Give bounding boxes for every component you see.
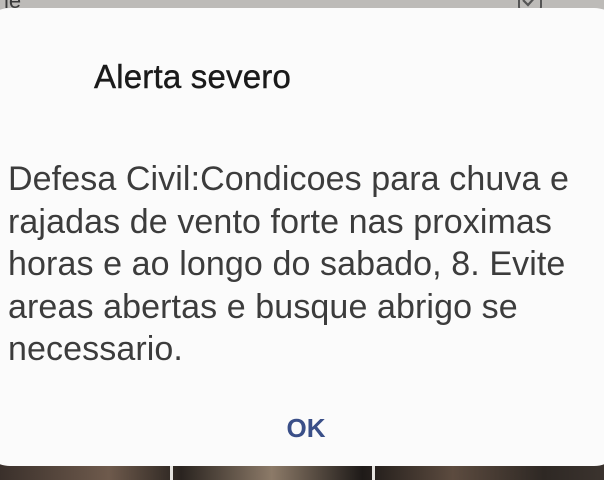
ok-button[interactable]: OK xyxy=(270,404,342,452)
alert-message: Defesa Civil:Condicoes para chuva e raja… xyxy=(8,160,570,368)
severe-alert-dialog: Alerta severo Defesa Civil:Condicoes par… xyxy=(0,8,604,466)
dialog-title: Alerta severo xyxy=(94,58,292,95)
